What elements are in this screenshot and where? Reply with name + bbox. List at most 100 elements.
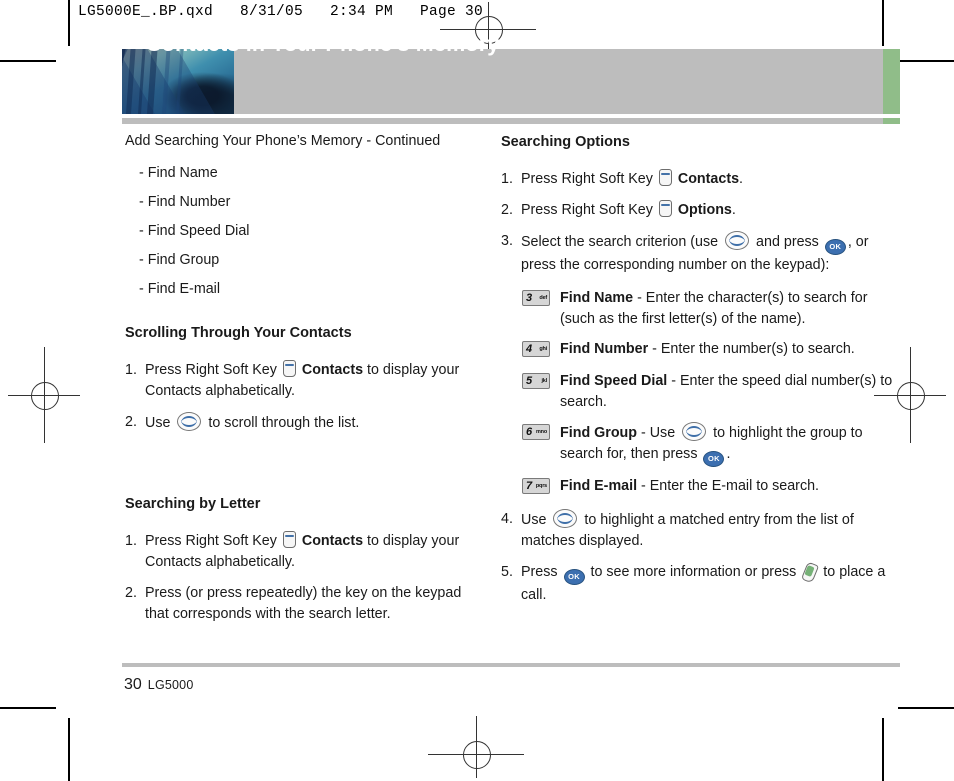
step-text: Select the search criterion (use [521, 233, 719, 250]
keypad-digit: 5 [526, 374, 533, 387]
right-column: Searching Options 1. Press Right Soft Ke… [501, 131, 901, 606]
registration-mark-left [8, 347, 80, 443]
section-heading-searching-by-letter: Searching by Letter [125, 495, 261, 512]
key-option-row: 6 mno Find Group - Use to highlight the … [522, 421, 901, 467]
crop-mark-top-right-vertical [882, 0, 884, 46]
registration-mark-bottom [428, 716, 524, 778]
step-text-mid: and press [756, 233, 819, 250]
keypad-digit: 7 [526, 479, 533, 492]
step-text: Press [521, 563, 558, 580]
list-item: - Find Speed Dial [139, 223, 250, 239]
step-number: 1. [501, 170, 513, 187]
navigation-key-icon [553, 508, 578, 528]
step-row: 5. Press OK to see more information or p… [501, 561, 901, 606]
step-text: Press Right Soft Key [521, 170, 653, 187]
banner-green-accent [883, 49, 900, 114]
key-option-row: 3 def Find Name - Enter the character(s)… [522, 288, 901, 330]
crop-mark-left-top-horizontal [0, 60, 56, 62]
step-text: Press Right Soft Key [521, 201, 653, 218]
crop-mark-top-left-vertical [68, 0, 70, 46]
soft-key-icon [282, 530, 296, 548]
key-option-text: - Enter the number(s) to search. [648, 340, 855, 357]
step-row: 4. Use to highlight a matched entry from… [501, 508, 901, 552]
key-option-name: Find Name [560, 289, 634, 306]
step-text-tail: . [739, 170, 744, 187]
key-option-row: 5 jkl Find Speed Dial - Enter the speed … [522, 371, 901, 413]
navigation-key-icon [682, 421, 707, 441]
keypad-key-6-icon: 6 mno [522, 423, 550, 440]
step-row: 2. Press (or press repeatedly) the key o… [125, 583, 470, 625]
footer-model-name: LG5000 [147, 678, 194, 692]
list-item: - Find Group [139, 252, 220, 268]
step-number: 5. [501, 563, 513, 580]
ok-key-icon: OK [703, 450, 725, 467]
step-text-tail: . [731, 201, 736, 218]
manual-page: LG5000E_.BP.qxd 8/31/05 2:34 PM Page 30 … [0, 0, 954, 781]
keypad-letters: pqrs [535, 482, 547, 489]
key-option-name: Find E-mail [560, 477, 638, 494]
keypad-key-5-icon: 5 jkl [522, 372, 550, 389]
send-key-icon [801, 561, 820, 584]
step-text-mid: to see more information or press [590, 563, 797, 580]
banner-underline-green-accent [883, 118, 900, 124]
chapter-banner [122, 49, 900, 114]
step-text: Press Right Soft Key [145, 361, 277, 378]
step-row: 2. Press Right Soft Key Options. [501, 199, 901, 221]
print-file-stamp: LG5000E_.BP.qxd 8/31/05 2:34 PM Page 30 [78, 4, 484, 20]
keypad-key-3-icon: 3 def [522, 289, 550, 306]
soft-key-icon [658, 168, 672, 186]
step-emphasis: Contacts [677, 170, 740, 187]
step-text: Press (or press repeatedly) the key on t… [145, 584, 462, 622]
step-number: 1. [125, 361, 137, 378]
navigation-key-icon [725, 230, 750, 250]
step-text-tail: to scroll through the list. [208, 414, 360, 431]
step-row: 1. Press Right Soft Key Contacts to disp… [125, 530, 470, 573]
crop-mark-right-top-horizontal [898, 60, 954, 62]
banner-gray-bar [234, 49, 883, 114]
step-text: Press Right Soft Key [145, 532, 277, 549]
step-row: 3. Select the search criterion (use and … [501, 230, 901, 276]
key-option-name: Find Speed Dial [560, 372, 668, 389]
key-option-name: Find Number [560, 340, 649, 357]
step-number: 2. [125, 584, 137, 601]
step-number: 4. [501, 510, 513, 527]
banner-photo-thumbnail [122, 49, 234, 114]
step-row: 1. Press Right Soft Key Contacts to disp… [125, 359, 470, 402]
step-text: Use [145, 414, 171, 431]
footer-page-number: 30 [124, 676, 142, 693]
keypad-letters: ghi [539, 345, 547, 352]
keypad-digit: 6 [526, 425, 533, 438]
step-emphasis: Contacts [301, 532, 364, 549]
step-number: 2. [125, 413, 137, 430]
step-number: 3. [501, 232, 513, 249]
section-heading-scrolling: Scrolling Through Your Contacts [125, 325, 352, 341]
step-number: 2. [501, 201, 513, 218]
page-footer: 30 LG5000 [124, 676, 193, 694]
list-item: - Find Number [139, 194, 231, 210]
ok-key-icon: OK [824, 238, 846, 255]
key-option-text-tail: . [726, 445, 731, 462]
step-row: 1. Press Right Soft Key Contacts. [501, 168, 901, 190]
step-number: 1. [125, 532, 137, 549]
keypad-letters: jkl [541, 377, 547, 384]
key-option-text: - Use [637, 424, 676, 441]
crop-mark-bottom-left-vertical [68, 718, 70, 781]
list-item: - Find Name [139, 165, 218, 181]
keypad-digit: 3 [526, 291, 533, 304]
left-column: Add Searching Your Phone’s Memory - Cont… [125, 131, 470, 625]
keypad-key-4-icon: 4 ghi [522, 340, 550, 357]
soft-key-icon [282, 359, 296, 377]
crop-mark-right-bottom-horizontal [898, 707, 954, 709]
list-item: - Find E-mail [139, 281, 221, 297]
section-heading-searching-options: Searching Options [501, 134, 630, 150]
banner-underline-rule [122, 118, 883, 124]
step-emphasis: Contacts [301, 361, 364, 378]
keypad-digit: 4 [526, 342, 533, 355]
key-option-name: Find Group [560, 424, 638, 441]
crop-mark-bottom-right-vertical [882, 718, 884, 781]
step-text: Use [521, 511, 547, 528]
keypad-letters: def [539, 294, 547, 301]
keypad-letters: mno [535, 428, 547, 435]
page-title: Contacts in Your Phone’s Memory [146, 32, 500, 56]
step-emphasis: Options [677, 201, 732, 218]
